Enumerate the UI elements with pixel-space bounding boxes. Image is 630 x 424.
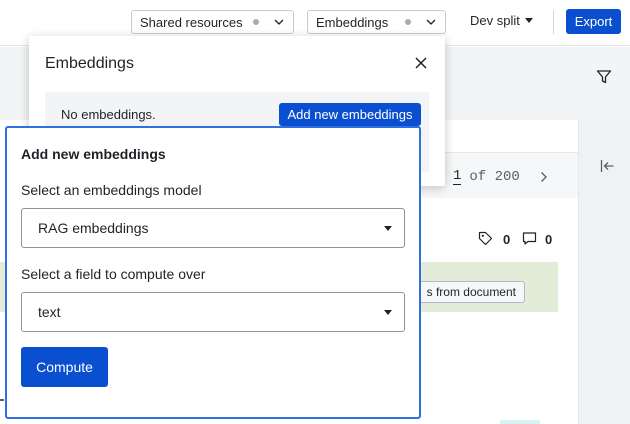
pager-total: of 200 [469,168,520,185]
shared-resources-dropdown[interactable]: Shared resources [131,10,294,34]
add-new-embeddings-button[interactable]: Add new embeddings [279,103,421,126]
caret-down-icon [384,226,392,231]
chevron-down-icon [274,19,284,25]
model-select-value: RAG embeddings [38,220,149,236]
filter-icon[interactable] [596,69,612,85]
empty-state-text: No embeddings. [61,107,156,122]
teal-highlight [500,420,540,424]
field-select-value: text [38,304,61,320]
popover-title: Embeddings [45,55,134,72]
status-dot [405,19,411,25]
model-select[interactable]: RAG embeddings [21,208,405,248]
comment-count: 0 [545,232,553,247]
background-mark [0,399,4,401]
embeddings-dropdown[interactable]: Embeddings [307,10,446,34]
caret-down-icon [384,310,392,315]
shared-resources-label: Shared resources [140,14,243,30]
model-select-label: Select an embeddings model [21,182,202,198]
chevron-right-icon[interactable] [539,171,548,183]
tag-icon[interactable] [478,231,493,246]
field-select[interactable]: text [21,292,405,332]
close-icon[interactable] [414,56,428,70]
pager: 1 of 200 [453,168,547,185]
compute-button[interactable]: Compute [21,347,108,387]
embeddings-dropdown-label: Embeddings [316,14,389,30]
status-dot [253,19,259,25]
export-button[interactable]: Export [566,9,621,34]
tag-count: 0 [503,232,511,247]
panel-title: Add new embeddings [21,146,166,162]
toolbar-divider [553,10,554,34]
caret-down-icon [524,18,533,23]
collapse-left-icon[interactable] [600,159,615,173]
dev-split-dropdown[interactable]: Dev split [470,13,533,28]
add-embeddings-panel: Add new embeddings Select an embeddings … [5,126,421,419]
chevron-down-icon [426,19,436,25]
field-select-label: Select a field to compute over [21,266,206,282]
comment-icon[interactable] [522,231,537,246]
dev-split-label: Dev split [470,13,520,28]
pager-current[interactable]: 1 [453,168,462,185]
